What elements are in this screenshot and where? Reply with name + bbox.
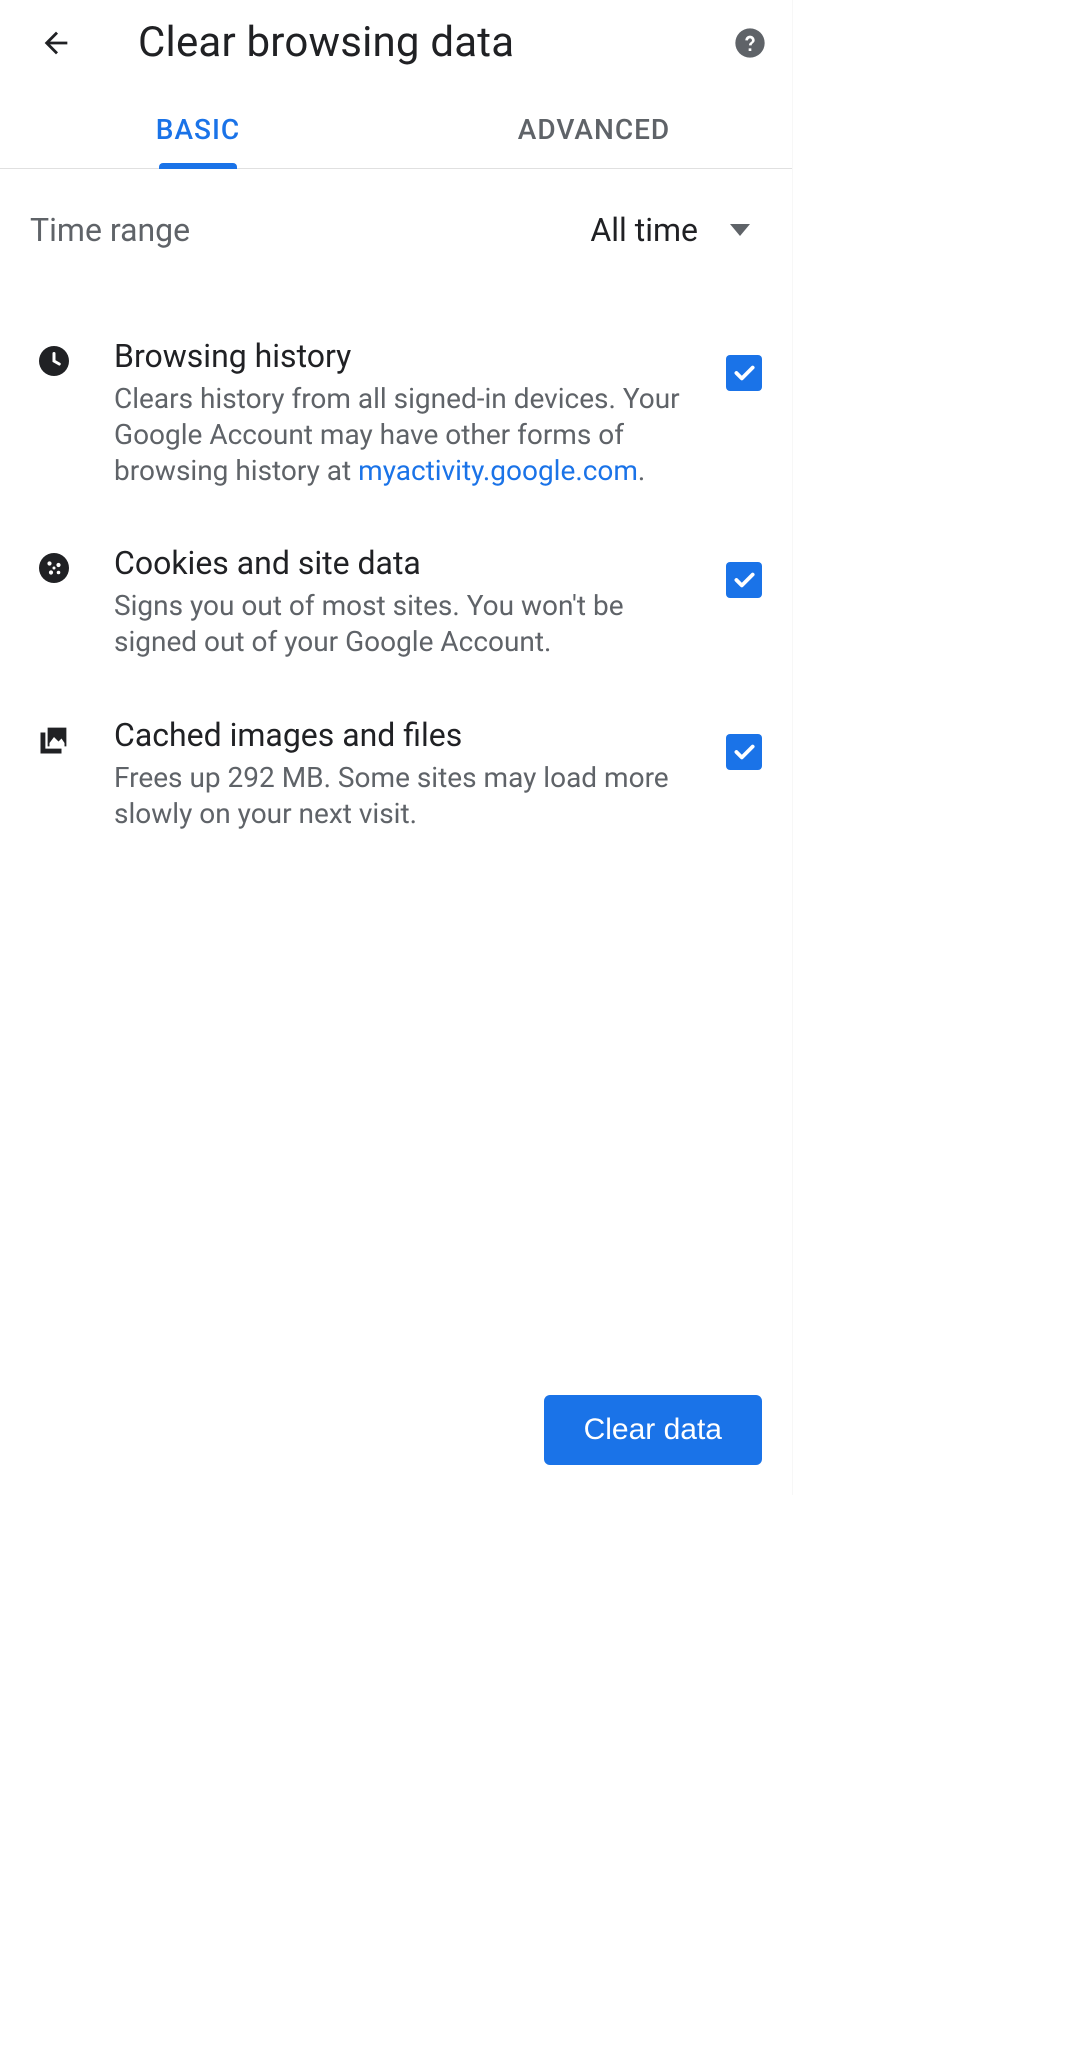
tabs: BASIC ADVANCED (0, 91, 792, 169)
options-list: Browsing history Clears history from all… (0, 279, 792, 860)
time-range-row: Time range All time (0, 169, 792, 279)
browsing-history-checkbox[interactable] (726, 355, 762, 391)
back-button[interactable] (32, 19, 80, 67)
help-icon (734, 27, 766, 59)
check-icon (731, 360, 757, 386)
clear-data-button[interactable]: Clear data (544, 1395, 762, 1465)
option-title: Cached images and files (114, 716, 696, 754)
help-button[interactable] (732, 25, 768, 61)
time-range-label: Time range (30, 211, 190, 249)
arrow-left-icon (39, 26, 73, 60)
check-icon (731, 739, 757, 765)
option-cache[interactable]: Cached images and files Frees up 292 MB.… (30, 688, 762, 860)
chevron-down-icon (730, 224, 750, 236)
check-icon (731, 567, 757, 593)
header-bar: Clear browsing data (0, 0, 792, 91)
history-icon (36, 343, 72, 379)
cookie-icon (36, 550, 72, 586)
option-browsing-history[interactable]: Browsing history Clears history from all… (30, 309, 762, 516)
option-title: Browsing history (114, 337, 696, 375)
option-title: Cookies and site data (114, 544, 696, 582)
tab-basic[interactable]: BASIC (0, 91, 396, 168)
tab-advanced[interactable]: ADVANCED (396, 91, 792, 168)
option-description: Clears history from all signed-in device… (114, 381, 696, 488)
page-title: Clear browsing data (138, 18, 514, 67)
images-icon (36, 722, 72, 758)
myactivity-link[interactable]: myactivity.google.com (358, 454, 638, 487)
time-range-dropdown[interactable]: All time (590, 211, 750, 249)
option-description: Frees up 292 MB. Some sites may load mor… (114, 760, 696, 832)
cookies-checkbox[interactable] (726, 562, 762, 598)
option-description: Signs you out of most sites. You won't b… (114, 588, 696, 660)
cache-checkbox[interactable] (726, 734, 762, 770)
time-range-value: All time (590, 211, 698, 249)
option-cookies[interactable]: Cookies and site data Signs you out of m… (30, 516, 762, 688)
